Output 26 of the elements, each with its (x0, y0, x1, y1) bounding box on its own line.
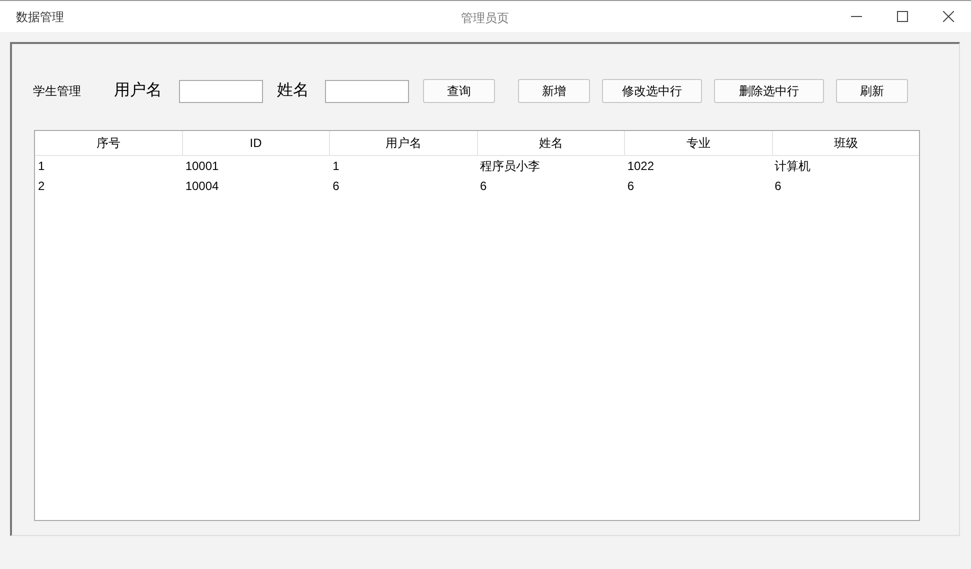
column-header[interactable]: ID (182, 131, 330, 155)
table-cell-text: 1 (37, 158, 46, 175)
field-label: 用户名 (114, 80, 162, 101)
field-label: 姓名 (277, 81, 309, 101)
toolbar-button[interactable]: 刷新 (836, 79, 908, 103)
table-cell-text: 6 (626, 178, 635, 195)
table-cell-text: 6 (774, 178, 782, 195)
table-cell-text: 6 (332, 178, 340, 195)
table-cell-text: 2 (37, 178, 46, 195)
table-cell-text: 计算机 (774, 158, 812, 175)
table-cell-text: 1022 (626, 158, 656, 175)
column-header[interactable]: 姓名 (478, 131, 625, 155)
section-label: 学生管理 (33, 83, 81, 100)
input-field[interactable] (325, 80, 409, 102)
toolbar-button[interactable]: 查询 (423, 79, 495, 103)
table-cell-text: 1 (332, 158, 340, 175)
table-cell-text: 10004 (184, 178, 220, 195)
toolbar-button[interactable]: 修改选中行 (602, 79, 702, 103)
toolbar-button[interactable]: 删除选中行 (714, 79, 824, 103)
window-title: 管理员页 (461, 10, 509, 27)
table-cell-text: 程序员小李 (478, 158, 541, 175)
input-field[interactable] (179, 80, 263, 102)
toolbar-button[interactable]: 新增 (518, 79, 590, 103)
table-cell-text: 10001 (184, 158, 220, 175)
table-cell-text: 6 (478, 178, 488, 195)
app-name: 数据管理 (16, 8, 64, 26)
